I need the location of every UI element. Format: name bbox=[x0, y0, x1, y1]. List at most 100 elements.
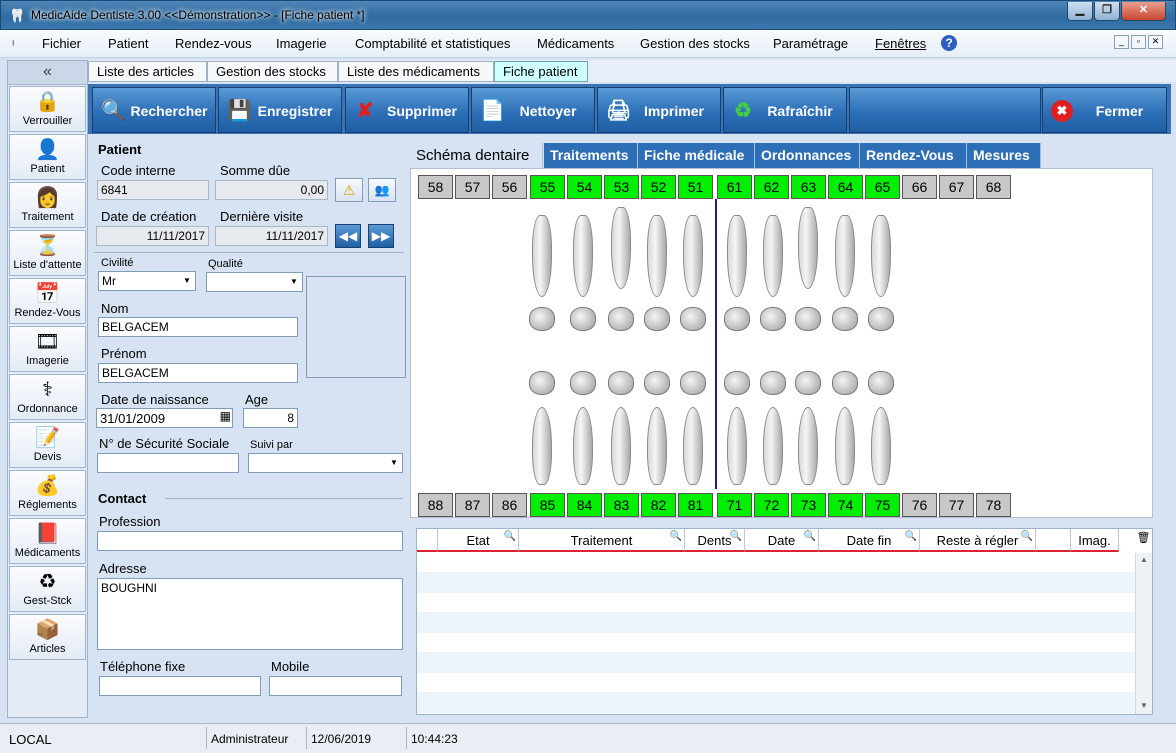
table-row[interactable] bbox=[417, 653, 1137, 673]
tooth-number-56[interactable]: 56 bbox=[492, 175, 527, 199]
table-row[interactable] bbox=[417, 673, 1137, 693]
collapse-sidebar-button[interactable]: « bbox=[8, 61, 87, 85]
tooth-number-55[interactable]: 55 bbox=[530, 175, 565, 199]
search-icon[interactable]: 🔍 bbox=[504, 531, 516, 542]
phone-field[interactable] bbox=[99, 676, 261, 696]
menu-gestion-stocks[interactable]: Gestion des stocks bbox=[640, 36, 750, 51]
enregistrer-button[interactable]: 💾 Enregistrer bbox=[218, 87, 342, 133]
table-row[interactable] bbox=[417, 553, 1137, 573]
followed-select[interactable]: ▼ bbox=[248, 453, 403, 473]
mdi-close-button[interactable]: ✕ bbox=[1148, 35, 1163, 49]
scroll-down-icon[interactable]: ▼ bbox=[1140, 701, 1148, 710]
sidebar-item-r-glements[interactable]: 💰 Réglements bbox=[9, 470, 86, 516]
tab-mesures[interactable]: Mesures bbox=[967, 143, 1041, 168]
search-icon[interactable]: 🔍 bbox=[905, 531, 917, 542]
tooth-number-62[interactable]: 62 bbox=[754, 175, 789, 199]
scroll-up-icon[interactable]: ▲ bbox=[1140, 555, 1148, 564]
menu-fenetres[interactable]: Fenêtres bbox=[875, 36, 926, 51]
tab-schema-dentaire[interactable]: Schéma dentaire bbox=[410, 143, 543, 168]
civility-select[interactable]: Mr ▼ bbox=[98, 271, 196, 291]
tooth-number-65[interactable]: 65 bbox=[865, 175, 900, 199]
tab-traitements[interactable]: Traitements bbox=[544, 143, 638, 168]
sidebar-item-imagerie[interactable]: 🎞 Imagerie bbox=[9, 326, 86, 372]
sidebar-item-m-dicaments[interactable]: 📕 Médicaments bbox=[9, 518, 86, 564]
tooth-number-61[interactable]: 61 bbox=[717, 175, 752, 199]
previous-visit-button[interactable]: ◀◀ bbox=[335, 224, 361, 248]
tooth-number-57[interactable]: 57 bbox=[455, 175, 490, 199]
column-header[interactable]: Date fin 🔍 bbox=[819, 529, 920, 552]
help-icon[interactable]: ? bbox=[941, 35, 957, 51]
table-row[interactable] bbox=[417, 693, 1137, 713]
system-menu-icon[interactable]: ᵻ bbox=[12, 37, 14, 49]
tooth-number-52[interactable]: 52 bbox=[641, 175, 676, 199]
ssn-field[interactable] bbox=[97, 453, 239, 473]
table-row[interactable] bbox=[417, 633, 1137, 653]
tooth-number-84[interactable]: 84 bbox=[567, 493, 602, 517]
tooth-number-85[interactable]: 85 bbox=[530, 493, 565, 517]
tooth-number-87[interactable]: 87 bbox=[455, 493, 490, 517]
search-icon[interactable]: 🔍 bbox=[1021, 531, 1033, 542]
mobile-field[interactable] bbox=[269, 676, 402, 696]
code-field[interactable]: 6841 bbox=[97, 180, 209, 200]
firstname-field[interactable]: BELGACEM bbox=[98, 363, 298, 383]
tooth-number-82[interactable]: 82 bbox=[641, 493, 676, 517]
minimize-button[interactable]: ▁ bbox=[1067, 2, 1093, 21]
next-visit-button[interactable]: ▶▶ bbox=[368, 224, 394, 248]
column-header[interactable]: Reste à régler 🔍 bbox=[920, 529, 1036, 552]
name-field[interactable]: BELGACEM bbox=[98, 317, 298, 337]
vertical-scrollbar[interactable]: ▲ ▼ bbox=[1135, 553, 1152, 714]
tooth-number-86[interactable]: 86 bbox=[492, 493, 527, 517]
tooth-number-66[interactable]: 66 bbox=[902, 175, 937, 199]
photo-frame[interactable] bbox=[306, 276, 406, 378]
column-header[interactable]: Imag. bbox=[1071, 529, 1119, 552]
column-header[interactable]: Date 🔍 bbox=[745, 529, 819, 552]
fermer-button[interactable]: ✖ Fermer bbox=[1042, 87, 1167, 133]
sidebar-item-devis[interactable]: 📝 Devis bbox=[9, 422, 86, 468]
nettoyer-button[interactable]: 📄 Nettoyer bbox=[471, 87, 595, 133]
tooth-number-88[interactable]: 88 bbox=[418, 493, 453, 517]
imprimer-button[interactable]: 🖨 Imprimer bbox=[597, 87, 721, 133]
column-header[interactable]: Traitement 🔍 bbox=[519, 529, 685, 552]
menu-rendez-vous[interactable]: Rendez-vous bbox=[175, 36, 252, 51]
menu-medicaments[interactable]: Médicaments bbox=[537, 36, 614, 51]
sidebar-item-verrouiller[interactable]: 🔒 Verrouiller bbox=[9, 86, 86, 132]
tooth-number-74[interactable]: 74 bbox=[828, 493, 863, 517]
tab-fiche-medicale[interactable]: Fiche médicale bbox=[638, 143, 755, 168]
sidebar-item-gest-stck[interactable]: ♻ Gest-Stck bbox=[9, 566, 86, 612]
tab-ordonnances[interactable]: Ordonnances bbox=[755, 143, 860, 168]
sidebar-item-rendez-vous[interactable]: 📅 Rendez-Vous bbox=[9, 278, 86, 324]
mdi-restore-button[interactable]: ▫ bbox=[1131, 35, 1146, 49]
rechercher-button[interactable]: 🔍 Rechercher bbox=[92, 87, 216, 133]
tooth-number-81[interactable]: 81 bbox=[678, 493, 713, 517]
column-header[interactable] bbox=[1036, 529, 1071, 552]
tooth-number-51[interactable]: 51 bbox=[678, 175, 713, 199]
birth-date-field[interactable]: 31/01/2009 ▦ bbox=[96, 408, 233, 428]
calendar-icon[interactable]: ▦ bbox=[220, 409, 231, 423]
table-row[interactable] bbox=[417, 593, 1137, 613]
menu-parametrage[interactable]: Paramétrage bbox=[773, 36, 848, 51]
column-header[interactable]: Dents 🔍 bbox=[685, 529, 745, 552]
tooth-number-75[interactable]: 75 bbox=[865, 493, 900, 517]
sidebar-item-traitement[interactable]: 👩 Traitement bbox=[9, 182, 86, 228]
trash-icon[interactable]: 🗑 bbox=[1135, 531, 1152, 549]
tooth-number-53[interactable]: 53 bbox=[604, 175, 639, 199]
tab-rendez-vous[interactable]: Rendez-Vous bbox=[860, 143, 967, 168]
patients-search-button[interactable]: 👥 bbox=[368, 178, 396, 202]
sidebar-item-articles[interactable]: 📦 Articles bbox=[9, 614, 86, 660]
row-indicator-header[interactable] bbox=[417, 529, 438, 552]
quality-select[interactable]: ▼ bbox=[206, 272, 303, 292]
supprimer-button[interactable]: ✘ Supprimer bbox=[345, 87, 469, 133]
last-visit-field[interactable]: 11/11/2017 bbox=[215, 226, 328, 246]
address-field[interactable]: BOUGHNI bbox=[97, 578, 403, 650]
tooth-number-73[interactable]: 73 bbox=[791, 493, 826, 517]
age-field[interactable]: 8 bbox=[243, 408, 298, 428]
creation-date-field[interactable]: 11/11/2017 bbox=[96, 226, 209, 246]
table-row[interactable] bbox=[417, 613, 1137, 633]
tooth-number-68[interactable]: 68 bbox=[976, 175, 1011, 199]
menu-patient[interactable]: Patient bbox=[108, 36, 148, 51]
tooth-number-71[interactable]: 71 bbox=[717, 493, 752, 517]
title-bar[interactable]: 🦷 MedicAide Dentiste 3.00 <<Démonstratio… bbox=[0, 0, 1176, 30]
tab-liste-medicaments[interactable]: Liste des médicaments bbox=[338, 61, 494, 82]
tooth-number-54[interactable]: 54 bbox=[567, 175, 602, 199]
close-window-button[interactable]: ✕ bbox=[1121, 2, 1166, 21]
